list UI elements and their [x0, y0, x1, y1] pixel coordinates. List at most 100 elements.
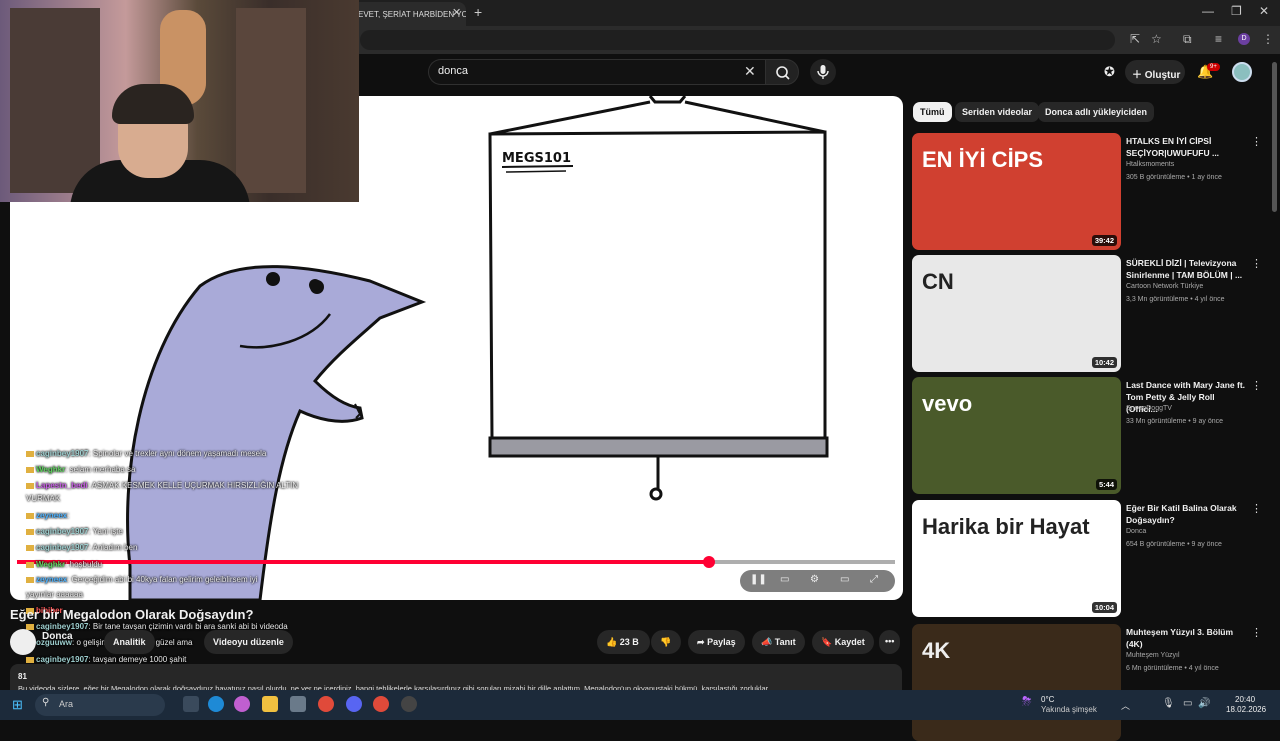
search-input[interactable]: donca: [428, 59, 765, 85]
recommendation-title[interactable]: Muhteşem Yüzyıl 3. Bölüm (4K): [1126, 626, 1246, 650]
clock-date[interactable]: 18.02.2026: [1226, 705, 1266, 714]
copilot-icon[interactable]: [234, 696, 250, 712]
account-avatar[interactable]: [1232, 62, 1252, 82]
bookshelf-right: [236, 8, 306, 193]
bookmark-star-icon[interactable]: ☆: [1151, 32, 1162, 46]
windows-start-icon[interactable]: ⊞: [12, 697, 23, 713]
window-close-button[interactable]: ✕: [1259, 4, 1269, 18]
recommendation-channel[interactable]: Cartoon Network Türkiye: [1126, 283, 1203, 290]
tray-chevron-icon[interactable]: ︿: [1121, 699, 1130, 712]
edit-video-button[interactable]: Videoyu düzenle: [204, 630, 293, 654]
save-button[interactable]: 🔖 Kaydet: [812, 630, 874, 654]
recommendation-title[interactable]: SÜREKLİ DİZİ | Televizyona Sinirlenme | …: [1126, 257, 1246, 281]
more-options-icon[interactable]: ⋮: [1251, 379, 1262, 392]
recommendation-channel[interactable]: Donca: [1126, 528, 1146, 535]
search-clear-icon[interactable]: ✕: [744, 63, 756, 80]
share-button[interactable]: ➦ Paylaş: [688, 630, 745, 654]
file-explorer-icon[interactable]: [262, 696, 278, 712]
chrome-active-icon[interactable]: [373, 696, 389, 712]
voice-search-button[interactable]: [810, 59, 836, 85]
like-count: 23 B: [619, 637, 639, 647]
browser-profile-avatar[interactable]: D: [1238, 33, 1250, 45]
obs-icon[interactable]: [401, 696, 417, 712]
chat-message: caginbey1907: Spinolar ve trexler aynı d…: [26, 449, 266, 458]
new-tab-button[interactable]: +: [474, 4, 482, 20]
share-label: Paylaş: [707, 637, 736, 647]
create-button[interactable]: ＋ Oluştur: [1125, 60, 1185, 84]
weather-forecast[interactable]: Yakında şimşek: [1041, 705, 1097, 714]
recommendation-meta: 3,3 Mn görüntüleme • 4 yıl önce: [1126, 296, 1225, 303]
tab-title: EVET, ŞERİAT HARBİDEN YO: [358, 10, 466, 19]
more-options-icon[interactable]: ⋮: [1251, 626, 1262, 639]
channel-avatar[interactable]: [10, 629, 36, 655]
discord-icon[interactable]: [346, 696, 362, 712]
create-label: Oluştur: [1144, 70, 1181, 81]
page-scrollbar[interactable]: [1272, 62, 1277, 212]
recommendation-thumbnail[interactable]: vevo 5:44: [912, 377, 1121, 494]
more-options-icon[interactable]: ⋮: [1251, 502, 1262, 515]
search-icon: [776, 66, 790, 80]
mic-tray-icon[interactable]: 🎙: [1162, 698, 1175, 709]
reading-list-icon[interactable]: ≡: [1215, 32, 1222, 46]
store-icon[interactable]: [290, 696, 306, 712]
promote-label: Tanıt: [774, 637, 796, 647]
recommendation-title[interactable]: Eğer Bir Katil Balina Olarak Doğsaydın?: [1126, 502, 1246, 526]
more-actions-button[interactable]: •••: [879, 630, 901, 654]
chip-all[interactable]: Tümü: [913, 102, 952, 122]
recommendation-meta: 654 B görüntüleme • 9 ay önce: [1126, 541, 1222, 548]
analytics-button[interactable]: Analitik: [104, 630, 155, 654]
subtitles-icon[interactable]: ▭: [780, 574, 789, 585]
scrubber-handle[interactable]: [703, 556, 715, 568]
fullscreen-icon[interactable]: ⤢: [870, 574, 878, 585]
url-field[interactable]: [360, 30, 1115, 50]
task-view-icon[interactable]: [183, 696, 199, 712]
progress-fill: [17, 560, 709, 564]
recommendation-thumbnail[interactable]: 4K: [912, 624, 1121, 741]
thumbs-down-icon: 👎: [660, 637, 672, 647]
recommendation-thumbnail[interactable]: CN 10:42: [912, 255, 1121, 372]
search-button[interactable]: [765, 59, 799, 85]
browser-tab-active[interactable]: EVET, ŞERİAT HARBİDEN YO: [350, 2, 466, 26]
settings-gear-icon[interactable]: ⚙: [810, 574, 819, 585]
recommendation-thumbnail[interactable]: EN İYİ CİPS 39:42: [912, 133, 1121, 250]
volume-icon[interactable]: 🔊: [1198, 698, 1210, 709]
chip-series[interactable]: Seriden videolar: [955, 102, 1040, 122]
weather-temperature[interactable]: 0°C: [1041, 695, 1054, 704]
duration-badge: 10:04: [1091, 602, 1117, 613]
clock-time[interactable]: 20:40: [1235, 695, 1255, 704]
chip-uploader[interactable]: Donca adlı yükleyiciden: [1038, 102, 1155, 122]
network-icon[interactable]: ▭: [1183, 698, 1192, 709]
thumbnail-text: EN İYİ CİPS: [922, 147, 1044, 172]
install-icon[interactable]: ⇱: [1130, 32, 1140, 46]
more-options-icon[interactable]: ⋮: [1251, 257, 1262, 270]
browser-menu-icon[interactable]: ⋮: [1262, 32, 1274, 46]
recommendation-thumbnail[interactable]: Harika bir Hayat 10:04: [912, 500, 1121, 617]
chrome-icon[interactable]: [318, 696, 334, 712]
like-button[interactable]: 👍 23 B: [597, 630, 650, 654]
recommendation-meta: 33 Mn görüntüleme • 9 ay önce: [1126, 418, 1224, 425]
extensions-icon[interactable]: ⧉: [1183, 32, 1192, 47]
chat-text: VURMAK: [26, 494, 61, 503]
promote-button[interactable]: 📣 Tanıt: [752, 630, 805, 654]
maximize-button[interactable]: ❐: [1231, 4, 1242, 18]
taskbar-search[interactable]: Ara: [35, 694, 165, 716]
bookshelf-left: [10, 8, 100, 193]
more-options-icon[interactable]: ⋮: [1251, 135, 1262, 148]
creator-studio-icon[interactable]: ✪: [1104, 64, 1115, 80]
edge-icon[interactable]: [208, 696, 224, 712]
weather-storm-icon: ⛈: [1022, 694, 1032, 708]
recommendation-channel[interactable]: Muhteşem Yüzyıl: [1126, 652, 1180, 659]
minimize-button[interactable]: —: [1202, 4, 1214, 18]
channel-name[interactable]: Donca: [42, 631, 73, 642]
recommendation-channel[interactable]: Htalksmoments: [1126, 161, 1174, 168]
recommendation-channel[interactable]: SnoopDoggTV: [1126, 405, 1172, 412]
tab-close-icon[interactable]: ✕: [452, 6, 461, 19]
pause-icon[interactable]: ❚❚: [750, 574, 767, 585]
chat-message: VURMAK: [26, 494, 60, 503]
recommendation-title[interactable]: HTALKS EN İYİ CİPSİ SEÇİYOR|UWUFUFU ...: [1126, 135, 1246, 159]
theater-mode-icon[interactable]: ▭: [840, 574, 849, 585]
chat-message: Weghkr: selam merhaba sa: [26, 465, 135, 474]
notification-count-badge: 9+: [1207, 63, 1220, 71]
dislike-button[interactable]: 👎: [651, 630, 681, 654]
save-label: Kaydet: [834, 637, 865, 647]
